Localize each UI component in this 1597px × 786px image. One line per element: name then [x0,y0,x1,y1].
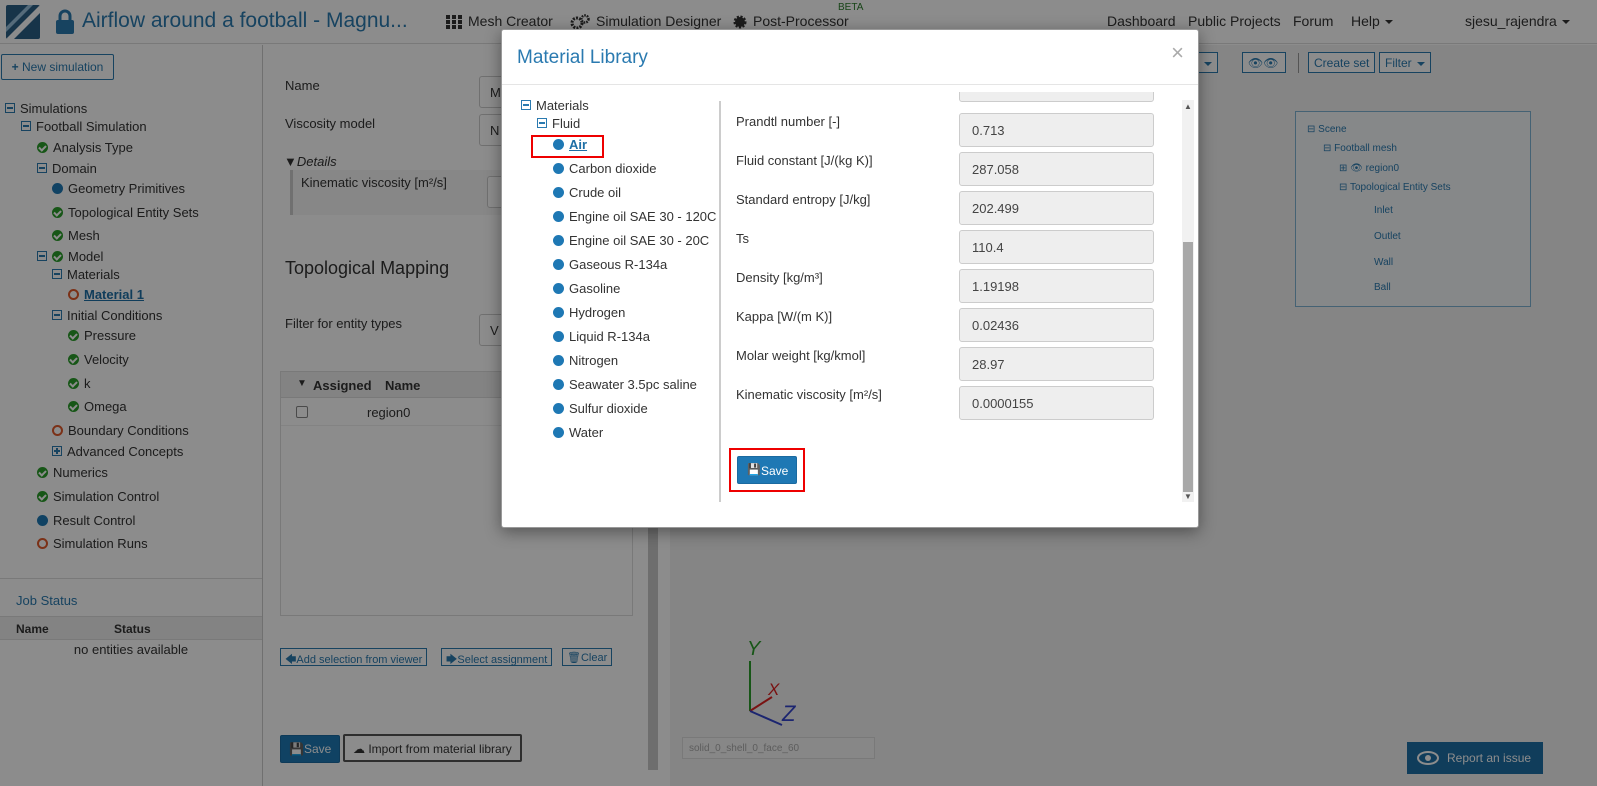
scrollbar-thumb[interactable] [1183,242,1193,492]
material-item-engine-oil-20c[interactable]: Engine oil SAE 30 - 20C [553,231,709,249]
material-item-crude-oil[interactable]: Crude oil [553,183,621,201]
tree-materials-root[interactable]: Materials [521,96,589,114]
material-item-hydrogen[interactable]: Hydrogen [553,303,625,321]
collapse-icon[interactable] [521,100,531,110]
material-dot-icon [553,354,564,366]
modal-title: Material Library [517,47,648,68]
material-label: Gasoline [569,280,621,296]
material-label: Gaseous R-134a [569,256,668,272]
material-properties: Prandtl number [-] 0.713 Fluid constant … [725,92,1175,518]
library-save-label: Save [761,464,789,478]
ts-input[interactable]: 110.4 [959,230,1154,264]
density-label: Density [kg/m³] [736,270,823,285]
properties-scrollbar[interactable]: ▲ ▼ [1182,100,1194,502]
material-dot-icon [553,162,564,174]
material-label: Liquid R-134a [569,328,650,344]
kappa-label: Kappa [W/(m K)] [736,309,833,324]
molar-weight-label: Molar weight [kg/kmol] [736,348,866,363]
material-item-liquid-r134a[interactable]: Liquid R-134a [553,327,650,345]
material-item-carbon-dioxide[interactable]: Carbon dioxide [553,159,656,177]
material-dot-icon [553,426,564,438]
collapse-icon[interactable] [537,118,547,128]
kinematic-viscosity-input[interactable]: 0.0000155 [959,386,1154,420]
material-dot-icon [553,186,564,198]
tree-label: Fluid [552,115,581,131]
library-save-button[interactable]: 💾 Save [737,456,797,484]
material-item-seawater[interactable]: Seawater 3.5pc saline [553,375,697,393]
material-label: Engine oil SAE 30 - 120C [569,208,717,224]
material-label: Seawater 3.5pc saline [569,376,697,392]
scroll-down-icon[interactable]: ▼ [1184,492,1192,501]
material-dot-icon [553,306,564,318]
material-label: Engine oil SAE 30 - 20C [569,232,710,248]
material-item-gasoline[interactable]: Gasoline [553,279,620,297]
material-item-sulfur-dioxide[interactable]: Sulfur dioxide [553,399,648,417]
material-dot-icon [553,210,564,222]
material-dot-icon [553,378,564,390]
material-tree: Materials Fluid Air Carbon dioxide Crude… [502,96,719,516]
fluid-constant-label: Fluid constant [J/(kg K)] [736,153,873,168]
standard-entropy-input[interactable]: 202.499 [959,191,1154,225]
material-dot-icon [553,330,564,342]
modal-header: Material Library × [502,30,1198,85]
material-dot-icon [553,402,564,414]
prandtl-label: Prandtl number [-] [736,114,841,129]
material-dot-icon [553,234,564,246]
scroll-up-icon[interactable]: ▲ [1184,102,1192,111]
kappa-input[interactable]: 0.02436 [959,308,1154,342]
material-label: Water [569,424,604,440]
ts-label: Ts [736,231,749,246]
material-label: Nitrogen [569,352,619,368]
kinematic-viscosity-label: Kinematic viscosity [m²/s] [736,387,882,402]
standard-entropy-label: Standard entropy [J/kg] [736,192,871,207]
material-label: Sulfur dioxide [569,400,648,416]
density-input[interactable]: 1.19198 [959,269,1154,303]
property-input-hidden[interactable] [959,92,1154,102]
close-icon[interactable]: × [1171,42,1184,64]
selection-highlight [531,135,604,158]
fluid-constant-input[interactable]: 287.058 [959,152,1154,186]
material-label: Crude oil [569,184,622,200]
prandtl-input[interactable]: 0.713 [959,113,1154,147]
material-label: Carbon dioxide [569,160,657,176]
tree-fluid[interactable]: Fluid [537,114,580,132]
molar-weight-input[interactable]: 28.97 [959,347,1154,381]
material-item-nitrogen[interactable]: Nitrogen [553,351,618,369]
floppy-icon: 💾 [747,464,761,476]
material-library-dialog: Material Library × Materials Fluid Air C… [501,29,1199,528]
material-item-engine-oil-120c[interactable]: Engine oil SAE 30 - 120C [553,207,716,225]
material-label: Hydrogen [569,304,626,320]
material-item-water[interactable]: Water [553,423,603,441]
material-item-gaseous-r134a[interactable]: Gaseous R-134a [553,255,667,273]
material-dot-icon [553,258,564,270]
material-dot-icon [553,282,564,294]
tree-label: Materials [536,97,589,113]
pane-splitter[interactable] [719,101,721,502]
